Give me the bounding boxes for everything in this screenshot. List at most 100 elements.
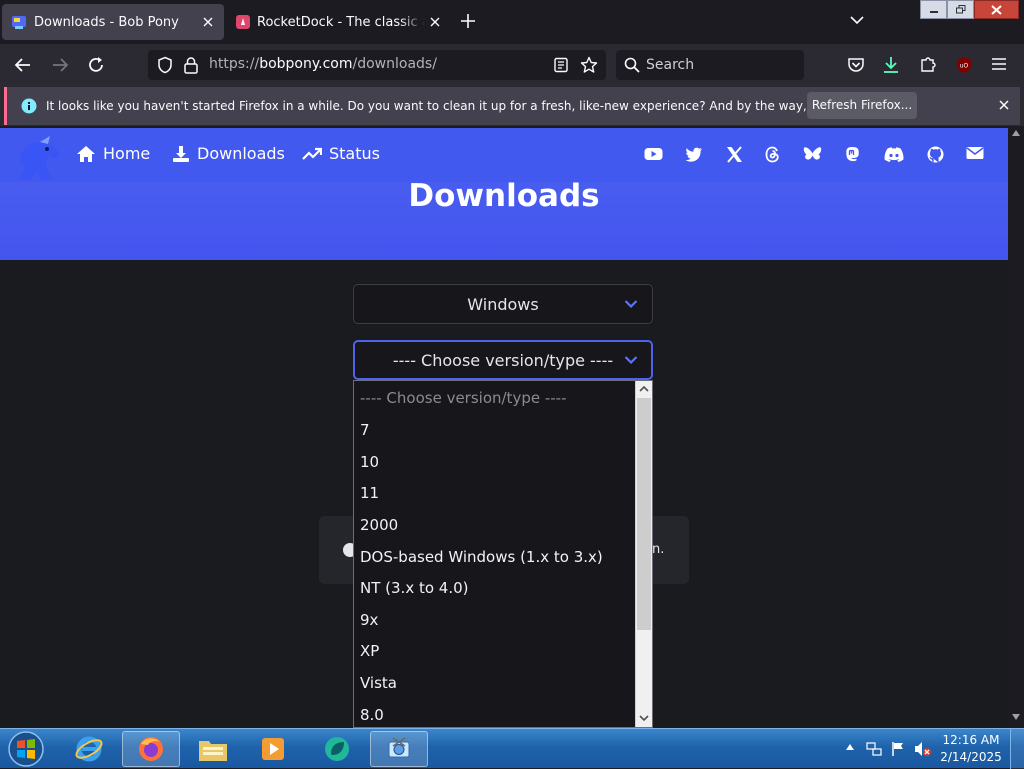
forward-button[interactable] bbox=[51, 56, 69, 74]
os-select[interactable]: Windows bbox=[353, 284, 653, 324]
scroll-down-arrow-icon[interactable] bbox=[639, 715, 649, 722]
refresh-firefox-button[interactable]: Refresh Firefox... bbox=[807, 92, 917, 119]
url-scheme: https:// bbox=[209, 56, 260, 72]
github-icon[interactable] bbox=[927, 146, 944, 163]
tab-rocketdock[interactable]: RocketDock - The classic app la bbox=[228, 4, 444, 40]
tab-title: Downloads - Bob Pony bbox=[34, 14, 179, 30]
threads-icon[interactable] bbox=[764, 146, 781, 163]
chevron-down-icon bbox=[624, 355, 638, 365]
tab-title: RocketDock - The classic app la bbox=[257, 14, 425, 30]
dropdown-option[interactable]: 9x bbox=[360, 605, 378, 635]
home-icon bbox=[76, 145, 96, 163]
url-text: https://bobpony.com/downloads/ bbox=[209, 56, 437, 72]
scroll-up-arrow-icon[interactable] bbox=[639, 385, 649, 392]
search-input[interactable]: Search bbox=[646, 57, 694, 73]
tab-downloads-bob-pony[interactable]: Downloads - Bob Pony bbox=[2, 4, 224, 40]
x-icon[interactable] bbox=[726, 146, 743, 163]
screenshot-tool-icon[interactable] bbox=[370, 731, 428, 767]
close-tab-icon[interactable] bbox=[202, 16, 214, 28]
dropdown-option[interactable]: Vista bbox=[360, 668, 397, 698]
list-all-tabs-button[interactable] bbox=[850, 15, 864, 25]
youtube-icon[interactable] bbox=[644, 146, 663, 162]
close-window-button[interactable] bbox=[974, 0, 1019, 19]
bookmark-star-icon[interactable] bbox=[580, 56, 598, 74]
dropdown-option[interactable]: 11 bbox=[360, 478, 379, 508]
tracking-protection-shield-icon[interactable] bbox=[156, 56, 174, 74]
scroll-down-arrow-icon[interactable] bbox=[1012, 714, 1020, 720]
page-scrollbar[interactable] bbox=[1008, 126, 1024, 728]
file-explorer-icon[interactable] bbox=[184, 731, 242, 767]
show-desktop-button[interactable] bbox=[1010, 729, 1024, 769]
dropdown-option[interactable]: XP bbox=[360, 636, 379, 666]
new-tab-button[interactable] bbox=[460, 13, 476, 29]
twitter-icon[interactable] bbox=[685, 146, 703, 162]
dropdown-option[interactable]: ---- Choose version/type ---- bbox=[360, 383, 566, 413]
back-button[interactable] bbox=[14, 56, 32, 74]
dropdown-scrollbar[interactable] bbox=[635, 381, 652, 727]
version-select[interactable]: ---- Choose version/type ---- bbox=[353, 340, 653, 380]
info-icon bbox=[21, 98, 37, 114]
page-title: Downloads bbox=[408, 178, 600, 214]
email-icon[interactable] bbox=[966, 146, 984, 160]
restore-button[interactable] bbox=[947, 0, 974, 19]
dropdown-option[interactable]: NT (3.x to 4.0) bbox=[360, 573, 469, 603]
show-hidden-icons-button[interactable] bbox=[846, 744, 854, 750]
minimize-button[interactable] bbox=[920, 0, 947, 19]
extensions-puzzle-icon[interactable] bbox=[919, 55, 937, 73]
nav-status-link[interactable]: Status bbox=[302, 144, 380, 163]
system-clock[interactable]: 12:16 AM 2/14/2025 bbox=[940, 732, 1002, 766]
notification-content: It looks like you haven't started Firefo… bbox=[4, 87, 1020, 125]
window-controls bbox=[920, 0, 1019, 20]
version-dropdown-list[interactable]: ---- Choose version/type ---- 7 10 11 2000 DO… bbox=[353, 380, 653, 728]
dropdown-option[interactable]: 7 bbox=[360, 415, 370, 445]
reload-button[interactable] bbox=[87, 56, 105, 74]
version-select-value: ---- Choose version/type ---- bbox=[392, 350, 614, 370]
lock-icon[interactable] bbox=[183, 56, 199, 74]
dropdown-option[interactable]: 10 bbox=[360, 447, 379, 477]
hero-banner: Home Downloads Status Downloads bbox=[0, 128, 1008, 260]
dropdown-option[interactable]: 8.0 bbox=[360, 700, 384, 727]
bluesky-icon[interactable] bbox=[803, 146, 822, 163]
action-center-flag-icon[interactable] bbox=[891, 741, 905, 757]
rocketdock-icon[interactable] bbox=[308, 731, 366, 767]
ublock-origin-icon[interactable]: uO bbox=[955, 56, 973, 74]
network-icon[interactable] bbox=[866, 741, 882, 757]
app-menu-icon[interactable] bbox=[991, 57, 1007, 71]
dropdown-scrollbar-thumb[interactable] bbox=[637, 398, 651, 630]
pocket-icon[interactable] bbox=[847, 56, 865, 74]
firefox-icon[interactable] bbox=[122, 731, 180, 767]
scroll-up-arrow-icon[interactable] bbox=[1012, 130, 1020, 136]
start-button[interactable] bbox=[6, 730, 46, 768]
browser-navigation-bar: https://bobpony.com/downloads/ Search uO bbox=[0, 44, 1024, 86]
site-navbar: Home Downloads Status bbox=[0, 128, 1008, 182]
clock-date: 2/14/2025 bbox=[940, 750, 1002, 764]
search-icon bbox=[624, 57, 640, 73]
rocketdock-favicon-icon bbox=[235, 14, 251, 30]
notification-bar: It looks like you haven't started Firefo… bbox=[0, 86, 1024, 126]
dropdown-option[interactable]: DOS-based Windows (1.x to 3.x) bbox=[360, 542, 603, 572]
os-select-value: Windows bbox=[467, 294, 539, 314]
discord-icon[interactable] bbox=[884, 146, 904, 162]
dropdown-option[interactable]: 2000 bbox=[360, 510, 398, 540]
media-player-icon[interactable] bbox=[244, 731, 302, 767]
nav-downloads-link[interactable]: Downloads bbox=[172, 144, 285, 163]
url-host: bobpony.com bbox=[259, 56, 353, 72]
volume-muted-icon[interactable] bbox=[914, 741, 932, 757]
nav-home-link[interactable]: Home bbox=[76, 144, 150, 163]
close-tab-icon[interactable] bbox=[429, 16, 441, 28]
downloads-icon[interactable] bbox=[882, 55, 900, 75]
browser-tab-bar: Downloads - Bob Pony RocketDock - The cl… bbox=[0, 0, 1024, 44]
bob-pony-favicon-icon bbox=[10, 13, 28, 31]
mastodon-icon[interactable] bbox=[845, 146, 860, 162]
trending-up-icon bbox=[302, 147, 322, 161]
reader-view-icon[interactable] bbox=[553, 57, 569, 73]
internet-explorer-icon[interactable] bbox=[60, 731, 118, 767]
windows-taskbar: 12:16 AM 2/14/2025 bbox=[0, 728, 1024, 769]
close-notification-icon[interactable] bbox=[998, 99, 1010, 111]
nav-status-label: Status bbox=[329, 144, 380, 163]
bob-pony-logo[interactable] bbox=[12, 132, 64, 182]
download-icon bbox=[172, 145, 190, 163]
url-bar[interactable]: https://bobpony.com/downloads/ bbox=[148, 50, 606, 80]
search-bar[interactable]: Search bbox=[616, 50, 804, 80]
svg-text:uO: uO bbox=[960, 63, 969, 70]
